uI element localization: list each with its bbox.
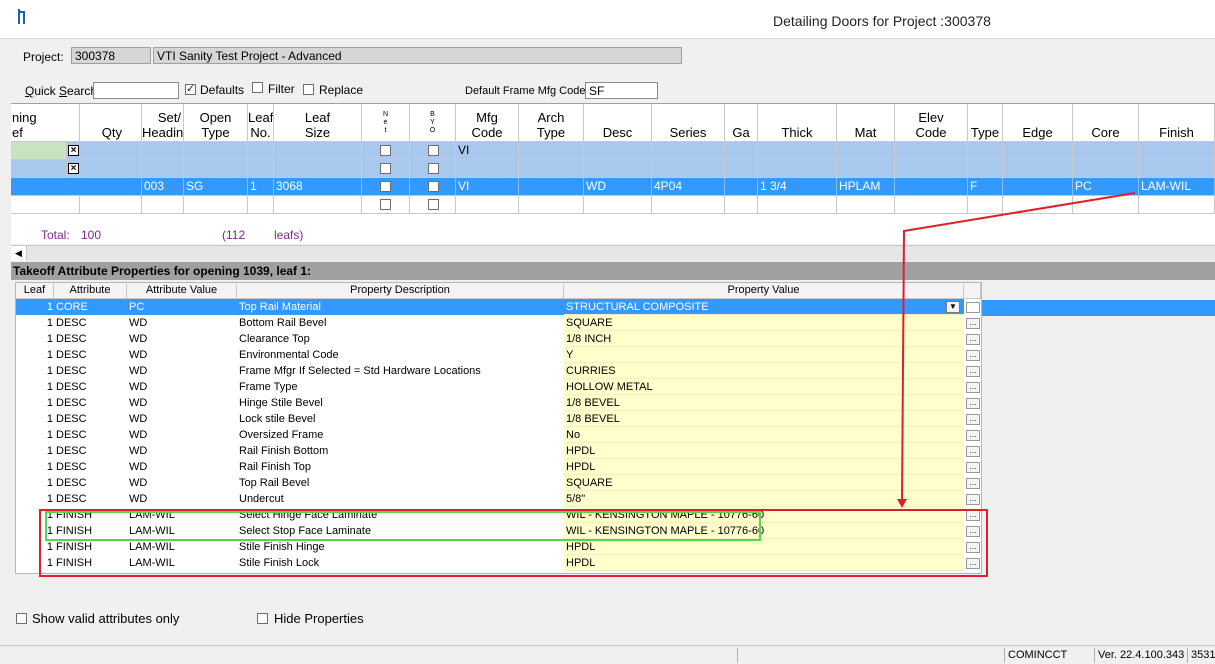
- status-user: COMINCCT: [1004, 648, 1096, 663]
- hide-properties-check-icon[interactable]: [257, 613, 268, 624]
- status-bar: COMINCCT Ver. 22.4.100.343 3531: [0, 645, 1215, 664]
- show-valid-label: Show valid attributes only: [32, 611, 180, 626]
- show-valid-check-icon[interactable]: [16, 613, 27, 624]
- status-version: Ver. 22.4.100.343: [1094, 648, 1190, 663]
- arrow-head-icon: [897, 499, 907, 508]
- status-extra: 3531: [1187, 648, 1215, 663]
- status-segment-empty: [737, 648, 1005, 663]
- hide-properties-checkbox[interactable]: [257, 613, 268, 627]
- annotation-arrow-line: [901, 192, 1136, 504]
- annotation-arrow: [897, 192, 1136, 508]
- hide-properties-label: Hide Properties: [274, 611, 364, 626]
- show-valid-checkbox[interactable]: [16, 613, 27, 627]
